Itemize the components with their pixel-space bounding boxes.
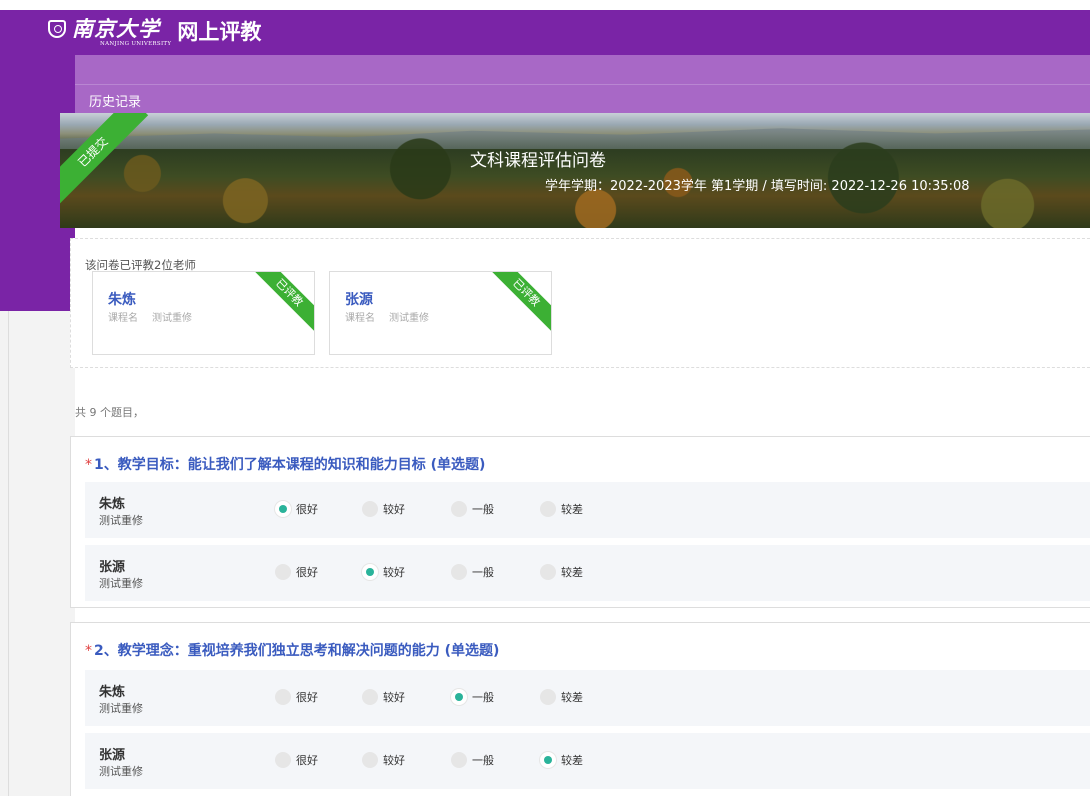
- answer-row: 张源 测试重修 很好 较好 一般 较差: [85, 545, 1090, 601]
- rating-option[interactable]: 一般: [451, 564, 494, 580]
- radio-empty-icon[interactable]: [275, 752, 291, 768]
- option-label: 一般: [472, 691, 494, 704]
- radio-empty-icon[interactable]: [275, 564, 291, 580]
- option-label: 较好: [383, 691, 405, 704]
- question-text: 1、教学目标：能让我们了解本课程的知识和能力目标 (单选题): [94, 457, 486, 473]
- option-label: 很好: [296, 754, 318, 767]
- radio-empty-icon[interactable]: [451, 501, 467, 517]
- teacher-name: 朱炼: [108, 292, 136, 308]
- radio-empty-icon[interactable]: [540, 689, 556, 705]
- radio-empty-icon[interactable]: [540, 501, 556, 517]
- answer-row: 张源 测试重修 很好 较好 一般 较差: [85, 733, 1090, 789]
- question-count: 共 9 个题目，: [75, 406, 144, 419]
- course-name: 测试重修: [99, 765, 143, 778]
- required-mark: *: [85, 457, 92, 473]
- teacher-name: 朱炼: [99, 685, 126, 700]
- option-label: 较好: [383, 503, 405, 516]
- rating-option[interactable]: 很好: [275, 501, 318, 517]
- radio-empty-icon[interactable]: [275, 689, 291, 705]
- course-name: 测试重修: [99, 577, 143, 590]
- university-crest-icon: [48, 20, 66, 38]
- nav-bar-upper: [75, 55, 1090, 84]
- rating-option[interactable]: 较差: [540, 752, 583, 768]
- survey-banner: 已提交 文科课程评估问卷 学年学期：2022-2023学年 第1学期 / 填写时…: [60, 113, 1090, 228]
- teacher-course: 课程名 测试重修: [345, 309, 443, 324]
- radio-empty-icon[interactable]: [451, 752, 467, 768]
- radio-selected-icon[interactable]: [540, 752, 556, 768]
- option-label: 较差: [561, 691, 583, 704]
- question-block: * 2、教学理念：重视培养我们独立思考和解决问题的能力 (单选题) 朱炼 测试重修…: [70, 622, 1090, 796]
- radio-selected-icon[interactable]: [451, 689, 467, 705]
- rating-option[interactable]: 较好: [362, 564, 405, 580]
- course-label: 课程名: [108, 313, 138, 324]
- option-label: 较好: [383, 566, 405, 579]
- radio-selected-icon[interactable]: [275, 501, 291, 517]
- question-block: * 1、教学目标：能让我们了解本课程的知识和能力目标 (单选题) 朱炼 测试重修 …: [70, 436, 1090, 608]
- radio-empty-icon[interactable]: [362, 752, 378, 768]
- radio-empty-icon[interactable]: [451, 564, 467, 580]
- school-name-en: NANJING UNIVERSITY: [100, 41, 172, 47]
- teacher-name: 张源: [99, 560, 126, 575]
- rating-option[interactable]: 一般: [451, 752, 494, 768]
- radio-selected-icon[interactable]: [362, 564, 378, 580]
- course-name: 测试重修: [152, 313, 192, 324]
- rating-option[interactable]: 较好: [362, 752, 405, 768]
- rating-option[interactable]: 很好: [275, 564, 318, 580]
- option-label: 很好: [296, 503, 318, 516]
- question-text: 2、教学理念：重视培养我们独立思考和解决问题的能力 (单选题): [94, 643, 500, 659]
- option-label: 一般: [472, 754, 494, 767]
- rating-option[interactable]: 很好: [275, 752, 318, 768]
- evaluated-badge: 已评教: [250, 272, 314, 332]
- radio-empty-icon[interactable]: [540, 564, 556, 580]
- question-title: * 1、教学目标：能让我们了解本课程的知识和能力目标 (单选题): [85, 454, 485, 474]
- rating-option[interactable]: 一般: [451, 689, 494, 705]
- option-label: 较差: [561, 754, 583, 767]
- radio-empty-icon[interactable]: [362, 501, 378, 517]
- teacher-card[interactable]: 朱炼 课程名 测试重修 已评教: [92, 271, 315, 355]
- answer-row: 朱炼 测试重修 很好 较好 一般 较差: [85, 482, 1090, 538]
- radio-empty-icon[interactable]: [362, 689, 378, 705]
- evaluated-teachers-panel: 该问卷已评教2位老师 朱炼 课程名 测试重修 已评教 张源 课程名 测试重修 已评教: [70, 238, 1090, 368]
- course-name: 测试重修: [99, 702, 143, 715]
- rating-option[interactable]: 很好: [275, 689, 318, 705]
- teacher-name: 张源: [345, 292, 373, 308]
- option-label: 很好: [296, 566, 318, 579]
- school-name-cn: 南京大学: [72, 16, 160, 41]
- left-divider: [8, 311, 9, 796]
- option-label: 较差: [561, 566, 583, 579]
- option-label: 很好: [296, 691, 318, 704]
- teacher-course: 课程名 测试重修: [108, 309, 206, 324]
- required-mark: *: [85, 643, 92, 659]
- rating-option[interactable]: 较差: [540, 501, 583, 517]
- rating-option[interactable]: 较差: [540, 689, 583, 705]
- question-title: * 2、教学理念：重视培养我们独立思考和解决问题的能力 (单选题): [85, 640, 499, 660]
- rating-option[interactable]: 较好: [362, 501, 405, 517]
- teacher-card[interactable]: 张源 课程名 测试重修 已评教: [329, 271, 552, 355]
- option-label: 一般: [472, 503, 494, 516]
- survey-title: 文科课程评估问卷: [470, 151, 606, 171]
- course-label: 课程名: [345, 313, 375, 324]
- answer-row: 朱炼 测试重修 很好 较好 一般 较差: [85, 670, 1090, 726]
- teacher-name: 朱炼: [99, 497, 126, 512]
- option-label: 较好: [383, 754, 405, 767]
- site-logo[interactable]: 南京大学 NANJING UNIVERSITY 网上评教: [48, 18, 261, 47]
- nav-bar: 历史记录: [75, 84, 1090, 114]
- top-header: 南京大学 NANJING UNIVERSITY 网上评教: [0, 10, 1090, 55]
- history-link[interactable]: 历史记录: [89, 91, 141, 110]
- course-name: 测试重修: [99, 514, 143, 527]
- system-title: 网上评教: [177, 20, 262, 44]
- rating-option[interactable]: 较好: [362, 689, 405, 705]
- option-label: 一般: [472, 566, 494, 579]
- course-name: 测试重修: [389, 313, 429, 324]
- rating-option[interactable]: 较差: [540, 564, 583, 580]
- rating-option[interactable]: 一般: [451, 501, 494, 517]
- window-top-edge: [0, 0, 1090, 10]
- survey-meta: 学年学期：2022-2023学年 第1学期 / 填写时间: 2022-12-26…: [545, 179, 970, 194]
- evaluated-badge: 已评教: [487, 272, 551, 332]
- teacher-name: 张源: [99, 748, 126, 763]
- option-label: 较差: [561, 503, 583, 516]
